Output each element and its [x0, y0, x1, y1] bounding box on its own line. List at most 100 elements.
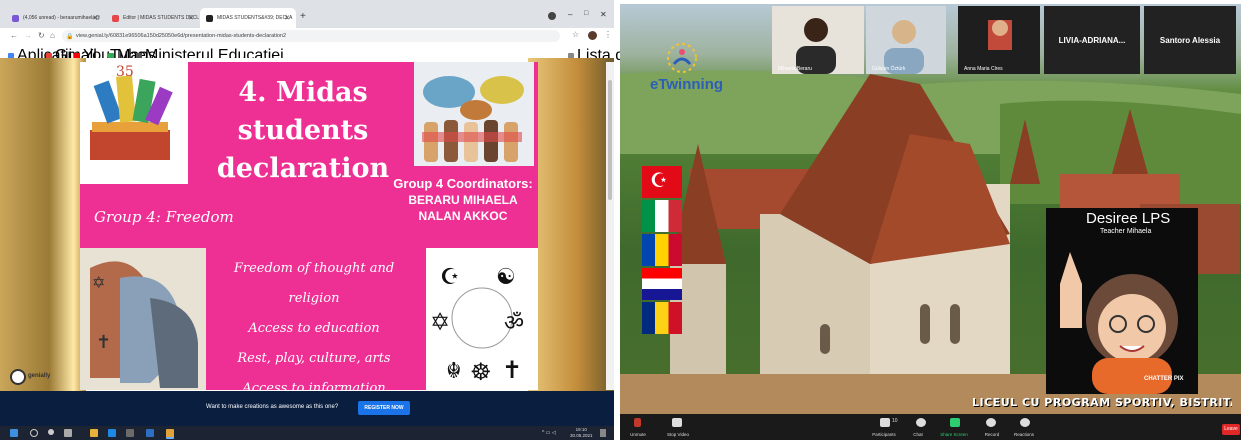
svg-text:35: 35 [116, 64, 134, 80]
genially-logo[interactable] [10, 369, 26, 385]
maximize-icon[interactable]: □ [584, 10, 588, 17]
address-bar[interactable]: view.genial.ly/60831e96506a150d25050e6d/… [62, 30, 560, 42]
browser-tab-presentation[interactable]: MIDAS STUDENTS&#39; DECLA ✕ [200, 8, 296, 28]
close-icon[interactable]: ✕ [284, 14, 290, 22]
svg-text:✡: ✡ [92, 275, 105, 292]
kids-map-illustration [414, 62, 534, 166]
windows-start-icon[interactable] [10, 429, 18, 437]
chrome-icon[interactable] [166, 429, 174, 439]
flag-turkey: ☪ [642, 166, 682, 198]
participant-tile[interactable]: LIVIA-ADRIANA... [1044, 6, 1140, 74]
etwinning-logo [664, 40, 700, 76]
scrollbar-thumb[interactable] [608, 80, 612, 200]
religion-symbols-icon: ☪ ☯ ✡ ॐ ☬ ☸ ✝ [430, 264, 524, 386]
store-icon[interactable] [126, 429, 134, 437]
share-screen-icon[interactable] [950, 418, 960, 427]
tray-clock[interactable]: 19:10 30.05.2021 [570, 427, 593, 439]
tab-label: (4,056 unread) - beraarumihaela@ [23, 15, 101, 21]
close-icon[interactable]: ✕ [188, 14, 194, 22]
reload-icon[interactable]: ↻ [38, 31, 45, 40]
microphone-muted-icon[interactable] [634, 418, 641, 427]
task-view-icon[interactable] [64, 429, 72, 437]
freedom-item: Freedom of thought and religion [233, 261, 395, 306]
participant-name: Gülsüm Öztürk [872, 66, 906, 72]
back-icon[interactable]: ← [10, 31, 18, 40]
participant-video [988, 20, 1012, 50]
video-camera-icon[interactable] [672, 418, 682, 427]
reactions-icon[interactable] [1020, 418, 1030, 427]
tray-icons[interactable]: ^ ▭ ◁ [542, 430, 556, 436]
cortana-icon[interactable] [48, 429, 54, 435]
participant-name: LIVIA-ADRIANA... [1058, 35, 1126, 45]
svg-text:☯: ☯ [496, 264, 516, 289]
profile-icon[interactable] [548, 12, 556, 20]
share-screen-button[interactable]: Share Screen [934, 432, 974, 437]
svg-text:✡: ✡ [430, 309, 450, 336]
record-icon[interactable] [986, 418, 996, 427]
genially-label: genially [28, 373, 51, 379]
coordinator-name: NALAN AKKOC [418, 209, 508, 223]
faces-illustration: ✡ ✝ [80, 248, 206, 390]
etwinning-label: eTwinning [650, 76, 724, 93]
search-icon[interactable] [30, 429, 38, 437]
stop-video-button[interactable]: Stop Video [658, 432, 698, 437]
world-map-icon [422, 76, 524, 162]
participant-tile[interactable]: Gülsüm Öztürk [866, 6, 946, 74]
bookmark-star-icon[interactable]: ☆ [572, 30, 579, 39]
new-tab-icon[interactable]: + [300, 11, 306, 22]
forward-icon[interactable]: → [24, 31, 32, 40]
books-icon: 35 [90, 64, 173, 160]
participant-video [884, 20, 924, 74]
reactions-button[interactable]: Reactions [1004, 432, 1044, 437]
presenter-name: Desiree LPS [1086, 210, 1171, 227]
participant-name: Mihaela Beraru [778, 66, 812, 72]
home-icon[interactable]: ⌂ [50, 31, 55, 40]
svg-text:ॐ: ॐ [504, 310, 524, 335]
minimize-icon[interactable]: – [568, 10, 572, 19]
participant-tile[interactable]: Anna Maria Clres [958, 6, 1040, 74]
participants-icon[interactable] [880, 418, 890, 427]
file-explorer-icon[interactable] [90, 429, 98, 437]
participant-tile[interactable]: Santoro Alessia [1144, 6, 1236, 74]
books-illustration: 35 [80, 62, 188, 184]
notifications-icon[interactable] [600, 429, 606, 437]
genially-tab-icon [206, 14, 213, 22]
close-icon[interactable]: ✕ [92, 14, 98, 22]
slide-title: 4. Midas students declaration [216, 77, 390, 184]
flag-moldova [642, 234, 682, 266]
svg-text:☬: ☬ [446, 358, 462, 383]
chat-button[interactable]: Chat [898, 432, 938, 437]
freedom-item: Access to education [248, 321, 380, 336]
coordinator-name: BERARU MIHAELA [408, 193, 518, 207]
memoji-avatar-icon [1060, 252, 1178, 394]
freedom-item: Rest, play, culture, arts [237, 351, 391, 366]
edge-icon[interactable] [108, 429, 116, 437]
account-avatar[interactable] [588, 31, 597, 40]
flag-croatia [642, 268, 682, 300]
participant-name: Anna Maria Clres [964, 66, 1003, 72]
leave-button[interactable]: Leave [1222, 424, 1240, 435]
coordinators-block: Group 4 Coordinators: BERARU MIHAELA NAL… [388, 176, 538, 223]
register-button[interactable]: REGISTER NOW [358, 401, 410, 415]
lock-icon: 🔒 [66, 34, 74, 40]
menu-icon[interactable]: ⋮ [604, 30, 612, 39]
mail-icon[interactable] [146, 429, 154, 437]
svg-text:✝: ✝ [502, 357, 522, 384]
watermark: CHATTER PIX [1144, 376, 1184, 382]
flag-italy [642, 200, 682, 232]
group-label: Group 4: Freedom [94, 208, 234, 226]
participant-count: 10 [892, 418, 898, 424]
flag-romania [642, 302, 682, 334]
window-close-icon[interactable]: ✕ [600, 10, 607, 19]
crescent-icon: ☪ [650, 170, 668, 192]
coordinators-heading: Group 4 Coordinators: [393, 176, 533, 191]
religious-symbols-illustration: ☪ ☯ ✡ ॐ ☬ ☸ ✝ [426, 248, 538, 390]
browser-tab-gmail[interactable]: (4,056 unread) - beraarumihaela@ ✕ [6, 8, 104, 28]
unmute-button[interactable]: Unmute [618, 432, 658, 437]
freedoms-list: Freedom of thought and religion Access t… [220, 254, 408, 404]
chat-icon[interactable] [916, 418, 926, 427]
presentation-slide[interactable]: 35 4. Midas students declaration Group 4… [80, 62, 538, 396]
browser-tab-editor[interactable]: Editor | MIDAS STUDENTS DECL ✕ [106, 8, 200, 28]
participant-tile[interactable]: Mihaela Beraru [772, 6, 864, 74]
gmail-icon [12, 14, 19, 22]
